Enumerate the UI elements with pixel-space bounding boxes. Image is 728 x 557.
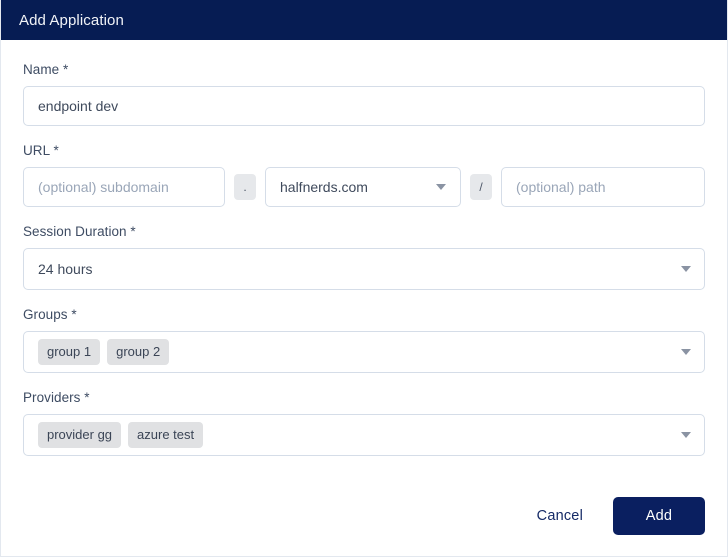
dialog-footer: Cancel Add [1,484,727,556]
chip-provider[interactable]: azure test [128,422,204,448]
url-dot-separator: . [234,174,256,200]
field-group-providers: Providers * provider gg azure test [23,390,705,456]
providers-chip-list: provider gg azure test [38,422,204,448]
groups-select[interactable]: group 1 group 2 [23,331,705,373]
session-duration-value: 24 hours [38,261,93,277]
session-duration-select[interactable]: 24 hours [23,248,705,290]
field-group-name: Name * [23,62,705,126]
session-duration-label: Session Duration * [23,224,136,239]
groups-chip-list: group 1 group 2 [38,339,170,365]
field-group-url: URL * . halfnerds.com / [23,143,705,207]
chip-provider[interactable]: provider gg [38,422,122,448]
name-input[interactable] [23,86,705,126]
field-group-groups: Groups * group 1 group 2 [23,307,705,373]
cancel-button[interactable]: Cancel [521,498,599,534]
chevron-down-icon [681,349,691,355]
chevron-down-icon [436,184,446,190]
field-group-session-duration: Session Duration * 24 hours [23,224,705,290]
url-domain-value: halfnerds.com [280,179,368,195]
name-label: Name * [23,62,69,77]
url-slash-separator: / [470,174,492,200]
chip-group[interactable]: group 1 [38,339,101,365]
url-domain-select[interactable]: halfnerds.com [265,167,461,207]
add-button[interactable]: Add [613,497,705,535]
dialog-body: Name * URL * . halfnerds.com / Session D… [1,40,727,484]
dialog-title: Add Application [19,11,124,29]
add-application-dialog: Add Application Name * URL * . halfnerds… [0,0,728,557]
providers-select[interactable]: provider gg azure test [23,414,705,456]
providers-label: Providers * [23,390,90,405]
url-label: URL * [23,143,59,158]
groups-label: Groups * [23,307,77,322]
url-row: . halfnerds.com / [23,167,705,207]
url-path-input[interactable] [501,167,705,207]
chip-group[interactable]: group 2 [107,339,170,365]
chevron-down-icon [681,266,691,272]
dialog-header: Add Application [1,0,727,40]
chevron-down-icon [681,432,691,438]
url-subdomain-input[interactable] [23,167,225,207]
